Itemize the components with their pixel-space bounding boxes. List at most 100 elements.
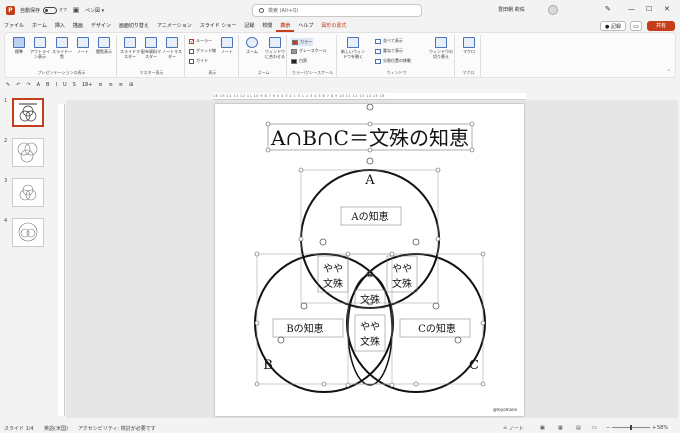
format-tool-8[interactable]: 18+ xyxy=(82,82,93,88)
format-tool-3[interactable]: A xyxy=(37,82,40,88)
reading-view-button[interactable]: 閲覧表示 xyxy=(94,37,114,54)
notes-master-icon xyxy=(166,37,178,48)
zoom-level[interactable]: 58% xyxy=(657,425,668,431)
format-tool-4[interactable]: B xyxy=(46,82,49,88)
close-icon[interactable]: ✕ xyxy=(664,5,670,13)
language-status[interactable]: 英語(米国) xyxy=(44,425,68,432)
region-bc-line1[interactable]: やや xyxy=(360,321,380,333)
tab-8[interactable]: 記録 xyxy=(240,20,258,32)
format-tool-11[interactable]: ≡ xyxy=(119,82,123,88)
document-name[interactable]: ペン図 ▾ xyxy=(85,7,104,14)
format-tool-6[interactable]: U xyxy=(63,82,67,88)
slide-master-button[interactable]: スライドマスター xyxy=(120,37,140,59)
collapse-ribbon-icon[interactable]: ⌃ xyxy=(667,69,671,75)
tab-11[interactable]: ヘルプ xyxy=(294,20,317,32)
save-icon[interactable]: ▣ xyxy=(72,6,80,14)
slide-thumbnail[interactable]: 2 xyxy=(4,138,44,167)
slide-title[interactable]: A∩B∩C＝文殊の知恵 xyxy=(270,126,469,150)
region-c-text[interactable]: Cの知恵 xyxy=(418,322,456,335)
tab-0[interactable]: ファイル xyxy=(0,20,28,32)
normal-view-status-icon[interactable]: ▣ xyxy=(540,425,545,431)
zoom-in-icon[interactable]: + xyxy=(652,425,656,431)
format-tool-9[interactable]: ≡ xyxy=(98,82,102,88)
pen-icon[interactable]: ✎ xyxy=(605,5,611,13)
new-window-button[interactable]: 新しいウィンドウを開く xyxy=(341,37,365,59)
reading-view-status-icon[interactable]: ▤ xyxy=(576,425,581,431)
color-button[interactable]: カラー xyxy=(291,38,313,46)
slide-thumbnail[interactable]: 1 xyxy=(4,98,44,127)
ribbon-group-label: ズーム xyxy=(257,70,270,75)
gridlines-checkbox[interactable]: グリッド線 xyxy=(189,48,216,54)
normal-view-button[interactable]: 標準 xyxy=(9,37,29,54)
tab-1[interactable]: ホーム xyxy=(28,20,51,32)
region-ab-line2[interactable]: 文殊 xyxy=(323,277,343,290)
region-bc-line2[interactable]: 文殊 xyxy=(360,335,380,348)
region-ab-line1[interactable]: やや xyxy=(323,263,343,275)
format-tool-7[interactable]: S xyxy=(73,82,76,88)
split-icon xyxy=(375,58,381,64)
share-button[interactable]: 共有 xyxy=(647,21,675,31)
accessibility-status[interactable]: アクセシビリティ: 検討が必要です xyxy=(78,425,156,432)
slide-sorter-status-icon[interactable]: ▦ xyxy=(558,425,563,431)
avatar[interactable] xyxy=(548,5,558,15)
record-button[interactable]: ● 記録 xyxy=(600,21,626,31)
cascade-button[interactable]: 重ねて表示 xyxy=(375,48,403,54)
region-ac-line1[interactable]: やや xyxy=(392,263,412,275)
notes-toggle[interactable]: ≟ ノート xyxy=(503,425,524,432)
zoom-slider-handle[interactable] xyxy=(630,425,632,430)
tab-2[interactable]: 挿入 xyxy=(51,20,69,32)
tab-10[interactable]: 表示 xyxy=(276,20,295,32)
zoom-out-icon[interactable]: − xyxy=(606,425,610,431)
tab-4[interactable]: デザイン xyxy=(87,20,115,32)
label-a[interactable]: A xyxy=(364,173,375,188)
minimize-icon[interactable]: — xyxy=(628,5,635,13)
region-a-text[interactable]: Aの知恵 xyxy=(350,210,388,223)
slide-thumbnail[interactable]: 3 xyxy=(4,178,44,207)
cascade-icon xyxy=(375,48,381,54)
search-box[interactable]: 検索 (Alt+Q) xyxy=(252,4,422,17)
tab-3[interactable]: 描画 xyxy=(69,20,87,32)
slide-sorter-button[interactable]: スライド一覧 xyxy=(52,37,72,59)
format-tool-12[interactable]: ⊞ xyxy=(129,82,133,88)
macro-button[interactable]: マクロ xyxy=(459,37,479,54)
ribbon-group-label: ウィンドウ xyxy=(386,70,407,75)
format-tool-1[interactable]: ↶ xyxy=(16,82,20,88)
slide-canvas[interactable]: A∩B∩C＝文殊の知恵 A B C Aの知恵 Bの知恵 Cの知恵 やや 文殊 や… xyxy=(215,104,524,416)
notes-page-button[interactable]: ノート xyxy=(73,37,93,54)
autosave-toggle[interactable] xyxy=(43,6,58,14)
center-text[interactable]: 文殊 xyxy=(360,293,380,306)
black-white-button[interactable]: 白黒 xyxy=(291,58,307,64)
comment-icon[interactable]: ▭ xyxy=(630,21,642,31)
format-tool-0[interactable]: ✎ xyxy=(6,82,10,88)
tab-7[interactable]: スライド ショー xyxy=(196,20,241,32)
region-b-text[interactable]: Bの知恵 xyxy=(286,322,323,335)
format-tool-5[interactable]: I xyxy=(55,82,56,88)
tab-9[interactable]: 校閲 xyxy=(258,20,276,32)
move-split-button[interactable]: 分割位置の移動 xyxy=(375,58,411,64)
format-tool-2[interactable]: ↷ xyxy=(26,82,30,88)
tab-5[interactable]: 画面切り替え xyxy=(115,20,153,32)
handout-master-button[interactable]: 配布資料マスター xyxy=(141,37,161,59)
tab-6[interactable]: アニメーション xyxy=(153,20,196,32)
maximize-icon[interactable]: ☐ xyxy=(646,5,652,13)
switch-windows-button[interactable]: ウィンドウの切り替え xyxy=(429,37,453,59)
outline-view-button[interactable]: アウトライン表示 xyxy=(30,37,50,59)
region-ac-line2[interactable]: 文殊 xyxy=(392,277,412,290)
notes-master-button[interactable]: ノートマスター xyxy=(162,37,182,59)
guides-checkbox[interactable]: ガイド xyxy=(189,58,208,64)
ribbon-group-show: ルーラー グリッド線 ガイド ノート 表示 xyxy=(187,35,239,77)
arrange-all-button[interactable]: 並べて表示 xyxy=(375,38,403,44)
format-tool-10[interactable]: ≡ xyxy=(109,82,113,88)
notes-button[interactable]: ノート xyxy=(218,37,236,54)
ruler-checkbox[interactable]: ルーラー xyxy=(189,38,212,44)
label-b[interactable]: B xyxy=(263,358,273,373)
search-input[interactable]: 検索 (Alt+Q) xyxy=(268,7,298,14)
label-c[interactable]: C xyxy=(469,358,479,373)
user-name[interactable]: 豊田朝 莉佑 xyxy=(498,6,525,13)
tab-12[interactable]: 図形の書式 xyxy=(317,20,350,32)
zoom-button[interactable]: ズーム xyxy=(242,37,262,54)
slideshow-status-icon[interactable]: ▭ xyxy=(592,425,597,431)
slide-thumbnail[interactable]: 4 xyxy=(4,218,44,247)
fit-to-window-button[interactable]: ウィンドウに合わせる xyxy=(264,37,286,59)
grayscale-button[interactable]: グレースケール xyxy=(291,48,327,54)
